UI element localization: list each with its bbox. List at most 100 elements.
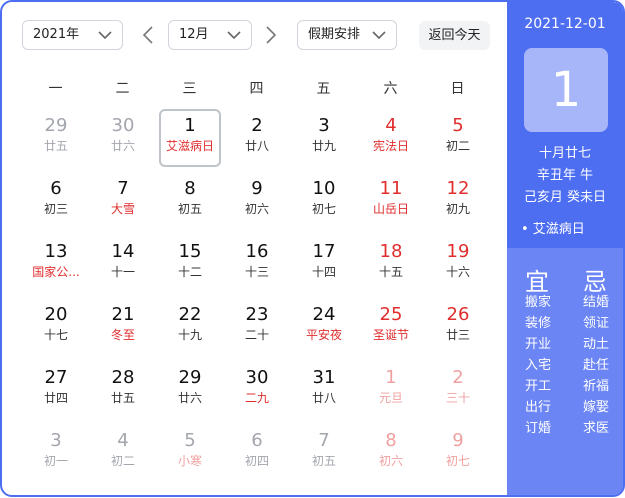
year-ganzhi: 辛丑年 牛 [536, 168, 594, 183]
lunar-label: 宪法日 [372, 139, 409, 153]
day-cell[interactable]: 3 廿九 [293, 109, 355, 167]
day-number: 9 [452, 430, 464, 451]
lunar-label: 廿六 [110, 139, 135, 153]
weekday-label: 四 [249, 81, 264, 97]
day-cell[interactable]: 20 十七 [25, 298, 87, 356]
day-cell[interactable]: 29 廿五 [25, 109, 87, 167]
yi-activity: 开业 [524, 337, 551, 352]
day-number: 30 [245, 367, 269, 388]
day-cell[interactable]: 28 廿五 [92, 361, 154, 419]
holiday-select[interactable]: 假期安排 [297, 20, 397, 50]
day-cell[interactable]: 23 二十 [226, 298, 288, 356]
month-select[interactable]: 12月 [168, 20, 252, 50]
lunar-label: 廿九 [311, 139, 336, 153]
day-cell[interactable]: 30 廿六 [92, 109, 154, 167]
chevron-down-icon [372, 31, 386, 40]
day-number: 4 [117, 430, 129, 451]
day-cell[interactable]: 31 廿八 [293, 361, 355, 419]
day-number: 13 [44, 241, 68, 262]
day-cell[interactable]: 11 山岳日 [360, 172, 422, 230]
day-cell[interactable]: 21 冬至 [92, 298, 154, 356]
day-cell[interactable]: 6 初三 [25, 172, 87, 230]
day-cell[interactable]: 17 十四 [293, 235, 355, 293]
lunar-label: 初五 [177, 202, 202, 216]
lunar-label: 十七 [43, 328, 68, 342]
day-cell[interactable]: 12 初九 [427, 172, 489, 230]
lunar-label: 十五 [378, 265, 403, 279]
day-cell[interactable]: 9 初七 [427, 424, 489, 482]
back-to-today-button[interactable]: 返回今天 [419, 21, 490, 50]
day-cell[interactable]: 6 初四 [226, 424, 288, 482]
year-select[interactable]: 2021年 [22, 20, 123, 50]
day-cell[interactable]: 3 初一 [25, 424, 87, 482]
lunar-label: 廿三 [445, 328, 470, 342]
day-number: 17 [312, 241, 336, 262]
ji-activity: 祈福 [582, 379, 609, 394]
ji-activity: 求医 [582, 421, 609, 436]
day-number: 29 [178, 367, 202, 388]
lunar-label: 廿八 [244, 139, 269, 153]
day-cell[interactable]: 13 国家公... [25, 235, 87, 293]
month-select-label: 12月 [179, 27, 209, 42]
lunar-label: 冬至 [110, 328, 135, 342]
calendar-main: 2021年 12月 假期安排 返回今天 一 二 三 四 五 六 日 29 廿五 3 [2, 2, 507, 495]
day-cell[interactable]: 14 十一 [92, 235, 154, 293]
day-number: 10 [312, 178, 336, 199]
day-cell[interactable]: 2 三十 [427, 361, 489, 419]
yi-activity: 入宅 [524, 358, 551, 373]
day-cell[interactable]: 29 廿六 [159, 361, 221, 419]
lunar-label: 初三 [43, 202, 68, 216]
day-number: 9 [251, 178, 263, 199]
day-cell[interactable]: 7 初五 [293, 424, 355, 482]
day-cell[interactable]: 15 十二 [159, 235, 221, 293]
day-number: 31 [312, 367, 336, 388]
day-number: 3 [318, 115, 330, 136]
day-cell[interactable]: 8 初五 [159, 172, 221, 230]
day-cell[interactable]: 5 小寒 [159, 424, 221, 482]
lunar-label: 初六 [244, 202, 269, 216]
day-cell-selected[interactable]: 1 艾滋病日 [159, 109, 221, 167]
day-number: 30 [111, 115, 135, 136]
lunar-label: 初七 [311, 202, 336, 216]
day-number: 8 [385, 430, 397, 451]
day-number: 8 [184, 178, 196, 199]
lunar-label: 廿四 [43, 391, 68, 405]
day-cell[interactable]: 25 圣诞节 [360, 298, 422, 356]
day-cell[interactable]: 2 廿八 [226, 109, 288, 167]
day-number: 5 [184, 430, 196, 451]
day-cell[interactable]: 5 初二 [427, 109, 489, 167]
day-cell[interactable]: 4 宪法日 [360, 109, 422, 167]
chevron-down-icon [98, 31, 112, 40]
day-cell[interactable]: 4 初二 [92, 424, 154, 482]
day-number: 20 [44, 304, 68, 325]
day-cell[interactable]: 16 十三 [226, 235, 288, 293]
yi-activity: 搬家 [524, 295, 551, 310]
next-month-icon[interactable] [264, 24, 278, 46]
day-cell[interactable]: 9 初六 [226, 172, 288, 230]
lunar-date: 十月廿七 [538, 146, 591, 161]
day-cell[interactable]: 7 大雪 [92, 172, 154, 230]
day-cell[interactable]: 1 元旦 [360, 361, 422, 419]
calendar-widget: 2021年 12月 假期安排 返回今天 一 二 三 四 五 六 日 29 廿五 3 [0, 0, 625, 497]
yi-ji-panel: 宜 忌 搬家 装修 开业 入宅 开工 出行 订婚 结婚 领证 动土 赴任 祈福 嫁娶 求医 [507, 248, 623, 495]
day-cell[interactable]: 30 二九 [226, 361, 288, 419]
day-cell[interactable]: 10 初七 [293, 172, 355, 230]
day-cell[interactable]: 22 十九 [159, 298, 221, 356]
day-cell[interactable]: 24 平安夜 [293, 298, 355, 356]
day-number: 16 [245, 241, 269, 262]
day-cell[interactable]: 8 初六 [360, 424, 422, 482]
weekday-label: 六 [383, 81, 398, 97]
lunar-label: 小寒 [177, 454, 202, 468]
day-cell[interactable]: 27 廿四 [25, 361, 87, 419]
lunar-label: 二十 [244, 328, 269, 342]
day-number: 26 [446, 304, 470, 325]
lunar-label: 初二 [445, 139, 470, 153]
month-day-ganzhi: 己亥月 癸未日 [523, 190, 607, 205]
day-cell[interactable]: 19 十六 [427, 235, 489, 293]
lunar-label: 十九 [177, 328, 202, 342]
prev-month-icon[interactable] [141, 24, 155, 46]
day-number: 11 [379, 178, 403, 199]
day-cell[interactable]: 18 十五 [360, 235, 422, 293]
lunar-label: 廿六 [177, 391, 202, 405]
day-cell[interactable]: 26 廿三 [427, 298, 489, 356]
